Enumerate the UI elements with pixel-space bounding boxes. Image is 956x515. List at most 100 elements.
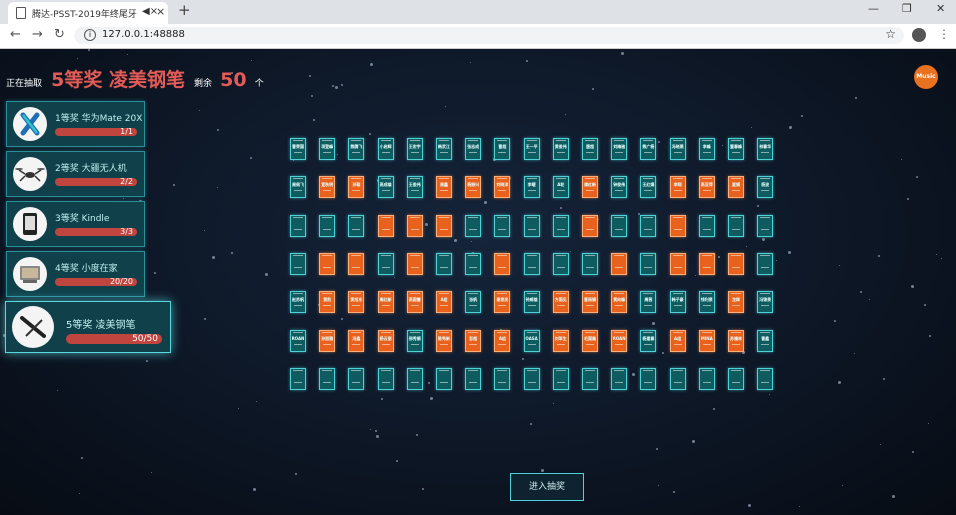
reload-icon[interactable]: ↻ <box>54 27 65 42</box>
card-id-line <box>294 190 302 192</box>
current-prize-title: 5等奖 凌美钢笔 <box>51 69 185 91</box>
participant-card: 冯鑫 <box>348 329 365 352</box>
card-company-line <box>322 369 333 371</box>
card-id-line <box>702 381 711 383</box>
card-id-line <box>586 152 594 153</box>
card-company-line <box>760 178 771 180</box>
participant-name: 黄旭东 <box>350 297 363 303</box>
star-dot <box>658 485 659 486</box>
participant-card: A组 <box>494 329 511 352</box>
star-dot <box>936 254 937 255</box>
participant-name: 周鑫 <box>440 182 448 188</box>
prize-image-phone <box>13 107 47 141</box>
remain-unit: 个 <box>254 79 264 89</box>
address-bar[interactable]: i 127.0.0.1:48888 ☆ <box>74 27 904 44</box>
card-company-line <box>672 293 683 295</box>
prize-progress-bar: 20/20 <box>55 278 137 286</box>
participant-name: 项登峰 <box>321 144 334 149</box>
prize-card-4[interactable]: 4等奖 小度在家 20/20 <box>6 251 145 297</box>
participant-card <box>436 367 452 390</box>
bookmark-star-icon[interactable]: ☆ <box>885 27 896 41</box>
enter-lottery-button[interactable]: 进入抽奖 <box>510 473 584 501</box>
star-dot <box>332 85 334 87</box>
card-company-line <box>585 216 595 218</box>
participant-name: 毛国磊 <box>584 335 596 341</box>
participant-card: A轮 <box>552 176 569 199</box>
star-dot <box>911 285 914 288</box>
back-arrow-icon[interactable]: ← <box>10 27 21 42</box>
star-dot <box>788 251 791 254</box>
card-company-line <box>468 331 479 333</box>
card-id-line <box>498 190 507 192</box>
participant-card: 钟俊伟 <box>611 176 628 199</box>
participant-card: 赵苏帆 <box>290 291 306 314</box>
card-id-line <box>644 228 653 230</box>
music-toggle-button[interactable]: Music <box>914 65 938 89</box>
browser-toolbar: ← → ↻ i 127.0.0.1:48888 ☆ ⋮ <box>0 24 956 49</box>
prize-card-1[interactable]: 1等奖 华为Mate 20X 1/1 <box>6 101 145 147</box>
star-dot <box>652 322 655 325</box>
card-company-line <box>643 216 654 218</box>
prize-card-2[interactable]: 2等奖 大疆无人机 2/2 <box>6 151 145 197</box>
star-dot <box>621 52 624 55</box>
card-company-line <box>526 216 537 218</box>
card-id-line <box>294 152 302 153</box>
prize-card-3[interactable]: 3等奖 Kindle 3/3 <box>6 201 145 247</box>
participant-name: 方国见 <box>554 297 567 303</box>
participant-name: 钟俊伟 <box>613 182 626 188</box>
participant-name: 唐超 <box>586 144 594 149</box>
card-company-line <box>322 140 333 141</box>
card-company-line <box>760 216 771 218</box>
card-id-line <box>615 343 624 345</box>
menu-kebab-icon[interactable]: ⋮ <box>938 27 950 41</box>
participant-card: 周茜 <box>640 291 657 314</box>
participant-card: 杨振兴 <box>465 176 482 199</box>
card-id-line <box>615 305 624 307</box>
participant-card <box>348 214 365 237</box>
participant-name: 邢秀娟 <box>408 335 421 341</box>
card-company-line <box>672 369 683 371</box>
participant-name: 孙聪 <box>352 182 361 188</box>
participant-name: 陈秀新 <box>438 335 450 341</box>
participant-card <box>669 367 686 390</box>
participant-card <box>319 214 336 237</box>
account-avatar-icon[interactable] <box>912 28 926 42</box>
participant-card <box>377 252 394 275</box>
card-company-line <box>672 178 683 180</box>
star-dot <box>204 230 205 231</box>
window-close-icon[interactable]: ✕ <box>936 2 945 15</box>
star-dot <box>370 429 371 430</box>
participant-card: 钟威雄 <box>523 291 540 314</box>
prize-card-5-active[interactable]: 5等奖 凌美钢笔 50/50 <box>5 301 171 353</box>
star-dot <box>748 504 751 507</box>
prize-name: 3等奖 Kindle <box>55 214 110 224</box>
star-dot <box>907 198 909 200</box>
star-dot <box>484 201 487 204</box>
card-company-line <box>731 369 741 371</box>
participant-name: 刘晓洋 <box>496 182 509 188</box>
new-tab-icon[interactable]: + <box>178 1 191 19</box>
browser-tab[interactable]: 腾达-PSST-2019年终尾牙 ◀× × <box>8 2 168 24</box>
participant-card: 邢秀娟 <box>406 329 423 352</box>
minimize-icon[interactable]: — <box>868 2 879 15</box>
card-id-line <box>673 381 682 383</box>
tab-close-icon[interactable]: × <box>156 5 165 18</box>
forward-arrow-icon[interactable]: → <box>32 27 43 42</box>
participant-card <box>494 252 511 275</box>
maximize-icon[interactable]: ❐ <box>902 2 912 15</box>
card-id-line <box>469 228 478 230</box>
site-info-icon[interactable]: i <box>84 29 96 41</box>
card-id-line <box>644 190 653 192</box>
card-id-line <box>352 266 361 268</box>
card-company-line <box>672 331 683 333</box>
participant-card: 方国见 <box>552 291 569 314</box>
participant-card: 陈秀新 <box>436 329 452 352</box>
star-dot <box>718 256 720 258</box>
card-id-line <box>440 228 448 230</box>
participant-name: 小启辉 <box>379 144 392 149</box>
star-dot <box>658 141 660 143</box>
star-dot <box>880 444 881 445</box>
participant-card <box>494 367 511 390</box>
card-id-line <box>469 190 478 192</box>
participant-card <box>640 214 657 237</box>
